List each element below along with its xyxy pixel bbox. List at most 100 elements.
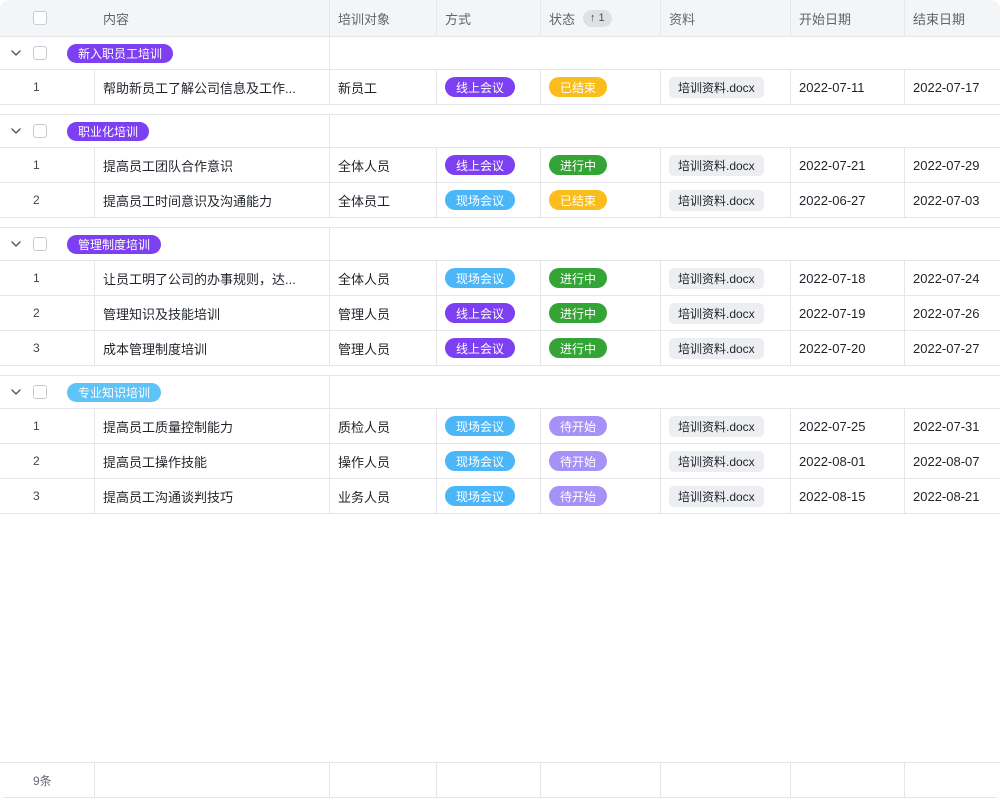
cell-target[interactable]: 业务人员 — [330, 479, 437, 513]
cell-material[interactable]: 培训资料.docx — [661, 444, 791, 478]
cell-material[interactable]: 培训资料.docx — [661, 479, 791, 513]
cell-material[interactable]: 培训资料.docx — [661, 261, 791, 295]
cell-content[interactable]: 提高员工沟通谈判技巧 — [95, 479, 330, 513]
row-number-cell[interactable]: 3 — [0, 479, 95, 513]
cell-method[interactable]: 现场会议 — [437, 261, 541, 295]
cell-material[interactable]: 培训资料.docx — [661, 70, 791, 104]
cell-method[interactable]: 线上会议 — [437, 296, 541, 330]
cell-start-date[interactable]: 2022-07-19 — [791, 296, 905, 330]
cell-end-date[interactable]: 2022-08-07 — [905, 444, 1000, 478]
cell-content[interactable]: 让员工明了公司的办事规则，达... — [95, 261, 330, 295]
cell-status[interactable]: 已结束 — [541, 70, 661, 104]
column-label: 方式 — [445, 9, 471, 28]
chevron-down-icon[interactable] — [10, 386, 22, 398]
column-header-start-date[interactable]: 开始日期 — [791, 0, 905, 36]
cell-start-date[interactable]: 2022-08-01 — [791, 444, 905, 478]
cell-end-date[interactable]: 2022-07-17 — [905, 70, 1000, 104]
row-number-cell[interactable]: 1 — [0, 70, 95, 104]
cell-status[interactable]: 待开始 — [541, 409, 661, 443]
cell-start-date[interactable]: 2022-06-27 — [791, 183, 905, 217]
cell-content[interactable]: 管理知识及技能培训 — [95, 296, 330, 330]
cell-method[interactable]: 现场会议 — [437, 479, 541, 513]
attachment-chip[interactable]: 培训资料.docx — [669, 77, 764, 98]
cell-end-date[interactable]: 2022-07-24 — [905, 261, 1000, 295]
group-checkbox[interactable] — [33, 385, 47, 399]
cell-method[interactable]: 现场会议 — [437, 183, 541, 217]
cell-status[interactable]: 待开始 — [541, 479, 661, 513]
cell-method[interactable]: 线上会议 — [437, 70, 541, 104]
group-checkbox[interactable] — [33, 237, 47, 251]
attachment-chip[interactable]: 培训资料.docx — [669, 416, 764, 437]
attachment-chip[interactable]: 培训资料.docx — [669, 190, 764, 211]
cell-target[interactable]: 管理人员 — [330, 296, 437, 330]
cell-status[interactable]: 待开始 — [541, 444, 661, 478]
chevron-down-icon[interactable] — [10, 125, 22, 137]
cell-content[interactable]: 帮助新员工了解公司信息及工作... — [95, 70, 330, 104]
group-checkbox[interactable] — [33, 124, 47, 138]
attachment-chip[interactable]: 培训资料.docx — [669, 268, 764, 289]
attachment-chip[interactable]: 培训资料.docx — [669, 486, 764, 507]
cell-status[interactable]: 进行中 — [541, 148, 661, 182]
cell-target[interactable]: 质检人员 — [330, 409, 437, 443]
chevron-down-icon[interactable] — [10, 47, 22, 59]
cell-end-date[interactable]: 2022-07-29 — [905, 148, 1000, 182]
cell-target[interactable]: 全体员工 — [330, 183, 437, 217]
cell-start-date[interactable]: 2022-07-25 — [791, 409, 905, 443]
cell-content[interactable]: 提高员工团队合作意识 — [95, 148, 330, 182]
attachment-chip[interactable]: 培训资料.docx — [669, 155, 764, 176]
cell-start-date[interactable]: 2022-07-20 — [791, 331, 905, 365]
row-number-cell[interactable]: 1 — [0, 148, 95, 182]
column-header-material[interactable]: 资料 — [661, 0, 791, 36]
column-header-end-date[interactable]: 结束日期 — [905, 0, 1000, 36]
row-number-cell[interactable]: 2 — [0, 183, 95, 217]
column-header-target[interactable]: 培训对象 — [330, 0, 437, 36]
cell-material[interactable]: 培训资料.docx — [661, 296, 791, 330]
cell-status[interactable]: 进行中 — [541, 261, 661, 295]
cell-material[interactable]: 培训资料.docx — [661, 148, 791, 182]
status-pill: 待开始 — [549, 416, 607, 436]
sort-badge[interactable]: ↑ 1 — [583, 10, 612, 27]
attachment-chip[interactable]: 培训资料.docx — [669, 338, 764, 359]
column-header-method[interactable]: 方式 — [437, 0, 541, 36]
cell-material[interactable]: 培训资料.docx — [661, 409, 791, 443]
cell-content[interactable]: 成本管理制度培训 — [95, 331, 330, 365]
cell-end-date[interactable]: 2022-07-27 — [905, 331, 1000, 365]
cell-end-date[interactable]: 2022-07-03 — [905, 183, 1000, 217]
cell-target[interactable]: 新员工 — [330, 70, 437, 104]
row-number-cell[interactable]: 3 — [0, 331, 95, 365]
row-number-cell[interactable]: 1 — [0, 261, 95, 295]
cell-target[interactable]: 管理人员 — [330, 331, 437, 365]
cell-target[interactable]: 全体人员 — [330, 148, 437, 182]
group-checkbox[interactable] — [33, 46, 47, 60]
chevron-down-icon[interactable] — [10, 238, 22, 250]
row-number-cell[interactable]: 2 — [0, 296, 95, 330]
cell-target[interactable]: 操作人员 — [330, 444, 437, 478]
cell-method[interactable]: 现场会议 — [437, 409, 541, 443]
row-number-cell[interactable]: 1 — [0, 409, 95, 443]
cell-content[interactable]: 提高员工时间意识及沟通能力 — [95, 183, 330, 217]
select-all-checkbox[interactable] — [33, 11, 47, 25]
cell-start-date[interactable]: 2022-07-21 — [791, 148, 905, 182]
attachment-chip[interactable]: 培训资料.docx — [669, 451, 764, 472]
cell-content[interactable]: 提高员工操作技能 — [95, 444, 330, 478]
cell-status[interactable]: 已结束 — [541, 183, 661, 217]
cell-end-date[interactable]: 2022-07-31 — [905, 409, 1000, 443]
column-header-status[interactable]: 状态 ↑ 1 — [541, 0, 661, 36]
attachment-chip[interactable]: 培训资料.docx — [669, 303, 764, 324]
cell-end-date[interactable]: 2022-07-26 — [905, 296, 1000, 330]
cell-start-date[interactable]: 2022-07-18 — [791, 261, 905, 295]
row-number-cell[interactable]: 2 — [0, 444, 95, 478]
cell-method[interactable]: 线上会议 — [437, 331, 541, 365]
cell-end-date[interactable]: 2022-08-21 — [905, 479, 1000, 513]
column-header-content[interactable]: 内容 — [95, 0, 330, 36]
cell-material[interactable]: 培训资料.docx — [661, 331, 791, 365]
cell-target[interactable]: 全体人员 — [330, 261, 437, 295]
cell-material[interactable]: 培训资料.docx — [661, 183, 791, 217]
cell-start-date[interactable]: 2022-07-11 — [791, 70, 905, 104]
cell-method[interactable]: 线上会议 — [437, 148, 541, 182]
cell-content[interactable]: 提高员工质量控制能力 — [95, 409, 330, 443]
cell-method[interactable]: 现场会议 — [437, 444, 541, 478]
cell-start-date[interactable]: 2022-08-15 — [791, 479, 905, 513]
cell-status[interactable]: 进行中 — [541, 296, 661, 330]
cell-status[interactable]: 进行中 — [541, 331, 661, 365]
